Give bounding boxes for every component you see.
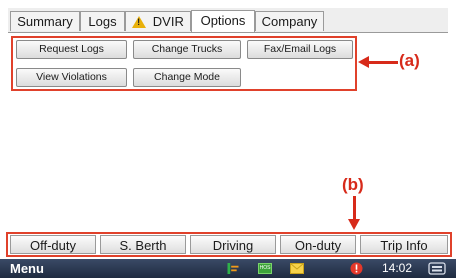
tab-options-label: Options bbox=[200, 13, 246, 28]
app-screen: Summary Logs DVIR Options Company Reques… bbox=[0, 0, 456, 278]
mail-icon[interactable] bbox=[290, 263, 304, 274]
tab-summary-label: Summary bbox=[17, 14, 73, 29]
off-duty-button[interactable]: Off-duty bbox=[10, 235, 96, 254]
tab-logs[interactable]: Logs bbox=[80, 11, 125, 31]
annotation-b-label: (b) bbox=[342, 175, 364, 194]
tray-icon[interactable] bbox=[428, 262, 446, 275]
annotation-b-arrowhead bbox=[348, 219, 360, 230]
tab-logs-label: Logs bbox=[88, 14, 117, 29]
trip-info-button[interactable]: Trip Info bbox=[360, 235, 448, 254]
tab-summary[interactable]: Summary bbox=[10, 11, 80, 31]
tab-company[interactable]: Company bbox=[255, 11, 324, 31]
tab-dvir[interactable]: DVIR bbox=[125, 11, 191, 31]
annotation-a-arrow bbox=[368, 61, 398, 64]
tab-bar: Summary Logs DVIR Options Company bbox=[8, 8, 448, 33]
annotation-a-box bbox=[11, 36, 357, 91]
annotation-a-label: (a) bbox=[399, 51, 420, 70]
taskbar: Menu HOS 14:02 bbox=[0, 259, 456, 278]
tab-options[interactable]: Options bbox=[191, 10, 255, 32]
sleeper-berth-button[interactable]: S. Berth bbox=[100, 235, 186, 254]
warning-icon bbox=[132, 16, 147, 28]
bars-icon[interactable] bbox=[226, 263, 240, 274]
on-duty-button[interactable]: On-duty bbox=[280, 235, 356, 254]
hos-icon-label: HOS bbox=[259, 265, 271, 271]
driving-button[interactable]: Driving bbox=[190, 235, 276, 254]
clock: 14:02 bbox=[382, 261, 413, 275]
menu-button[interactable]: Menu bbox=[10, 260, 44, 277]
duty-status-bar: Off-duty S. Berth Driving On-duty Trip I… bbox=[6, 232, 452, 257]
hos-icon[interactable]: HOS bbox=[258, 263, 272, 274]
tab-dvir-label: DVIR bbox=[152, 14, 184, 29]
annotation-b-arrow bbox=[353, 196, 356, 220]
tab-company-label: Company bbox=[261, 14, 318, 29]
alert-icon[interactable] bbox=[350, 262, 363, 275]
